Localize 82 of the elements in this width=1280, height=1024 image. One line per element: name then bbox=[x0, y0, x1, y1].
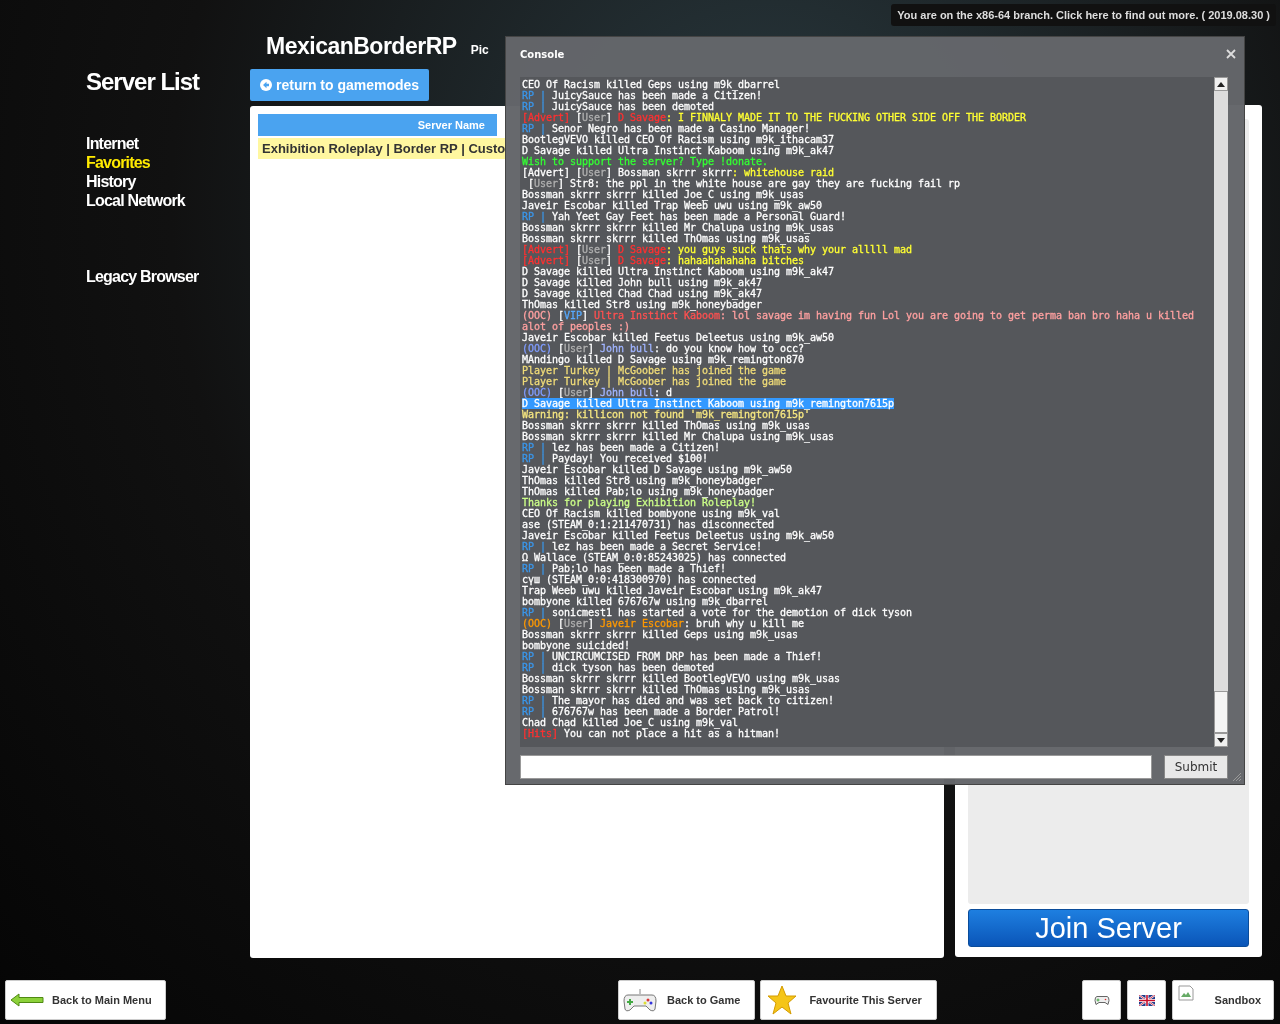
controller-button[interactable] bbox=[1082, 980, 1121, 1020]
console-line: Player Turkey | McGoober has joined the game bbox=[522, 365, 787, 376]
server-row[interactable]: Exhibition Roleplay | Border RP | Custo bbox=[258, 138, 506, 159]
console-line: RP | JuicySauce has been made a Citizen! bbox=[522, 90, 763, 101]
back-to-main-menu-button[interactable]: Back to Main Menu bbox=[5, 980, 166, 1020]
console-line: [Advert] [User] D Savage: I FINNALY MADE IT TO THE FUCKING OTHER SIDE OFF THE BORDER bbox=[522, 112, 1028, 123]
console-title: Console bbox=[520, 48, 565, 60]
broken-image-icon bbox=[1178, 985, 1194, 1001]
console-line: Bossman skrrr skrrr killed Joe_C using m9k_usas bbox=[522, 189, 805, 200]
legacy-browser-link[interactable]: Legacy Browser bbox=[86, 267, 199, 286]
console-line: RP | sonicmest1 has started a vote for the demotion of dick tyson bbox=[522, 607, 914, 618]
console-line: Wish to support the server? Type !donate. bbox=[522, 156, 769, 167]
console-line: CEO Of Racism killed Geps using m9k_dbarrel bbox=[522, 79, 782, 90]
sidebar-item[interactable]: Favorites bbox=[86, 153, 150, 172]
console-line: ThOmas killed Str8 using m9k_honeybadger bbox=[522, 299, 764, 310]
flag-icon bbox=[1138, 994, 1155, 1006]
console-line: RP | lez has been made a Secret Service! bbox=[522, 541, 763, 552]
subtitle-text: Pic bbox=[470, 43, 489, 57]
console-line: CEO Of Racism killed bombyone using m9k_val bbox=[522, 508, 782, 519]
console-line: сүш (STEAM_0:0:418300970) has connected bbox=[522, 574, 757, 585]
language-button[interactable] bbox=[1127, 980, 1166, 1020]
close-icon[interactable] bbox=[1226, 49, 1236, 59]
scroll-up-icon[interactable] bbox=[1217, 81, 1225, 87]
console-line: (OOC) [User] John bull: d bbox=[522, 387, 674, 398]
gamemode-button[interactable]: Sandbox bbox=[1172, 980, 1274, 1020]
console-line: Chad Chad killed Joe_C using m9k_val bbox=[522, 717, 739, 728]
console-line: [Advert] [User] D Savage: you guys suck thats why your alllll mad bbox=[522, 244, 914, 255]
console-line: RP | UNCIRCUMCISED FROM DRP has been made a Thief! bbox=[522, 651, 824, 662]
console-line: RP | JuicySauce has been demoted bbox=[522, 101, 715, 112]
console-line: (OOC) [User] Javeir Escobar: bruh why u kill me bbox=[522, 618, 806, 629]
console-line: D Savage killed Ultra Instinct Kaboom using m9k_ak47 bbox=[522, 145, 836, 156]
console-line: [Advert] [User] Bossman skrrr skrrr: whitehouse raid bbox=[522, 167, 836, 178]
console-line: [Hits] You can not place a hit as a hitman! bbox=[522, 728, 782, 739]
console-line: RP | The mayor has died and was set back to citizen! bbox=[522, 695, 836, 706]
console-line: Javeir Escobar killed Trap Weeb uwu using m9k_aw50 bbox=[522, 200, 823, 211]
console-line: Bossman skrrr skrrr killed BootlegVEVO using m9k_usas bbox=[522, 673, 842, 684]
console-line: ThOmas killed Pab;lo using m9k_honeybadger bbox=[522, 486, 776, 497]
scroll-down-icon[interactable] bbox=[1217, 737, 1225, 743]
console-line: [User] Str8: the ppl in the white house are gay they are fucking fail rp bbox=[528, 178, 962, 189]
console-line: D Savage killed John bull using m9k_ak47 bbox=[522, 277, 763, 288]
console-line: RP | dick tyson has been demoted bbox=[522, 662, 716, 673]
server-list-title: Server List bbox=[86, 68, 201, 96]
console-line: Bossman skrrr skrrr killed ThOmas using m9k_usas bbox=[522, 684, 811, 695]
console-line: Javeir Escobar killed D Savage using m9k_aw50 bbox=[522, 464, 794, 475]
favourite-button[interactable]: Favourite This Server bbox=[760, 980, 937, 1020]
console-line: Javeir Escobar killed Feetus Deleetus using m9k_aw50 bbox=[522, 332, 836, 343]
console-line: RP | lez has been made a Citizen! bbox=[522, 442, 721, 453]
console-line: D Savage killed Ultra Instinct Kaboom using m9k_ak47 bbox=[522, 266, 836, 277]
console-line: Bossman skrrr skrrr killed ThOmas using m9k_usas bbox=[522, 233, 811, 244]
command-input[interactable] bbox=[520, 755, 1152, 779]
sidebar-item[interactable]: Internet bbox=[86, 134, 139, 153]
gamemode-title: MexicanBorderRP bbox=[266, 33, 457, 60]
console-line: RP | Payday! You received $100! bbox=[522, 453, 709, 464]
back-arrow-icon bbox=[260, 79, 272, 91]
back-to-game-button[interactable]: Back to Game bbox=[618, 980, 756, 1020]
gamepad-icon bbox=[1093, 994, 1110, 1006]
console-line: ThOmas killed Str8 using m9k_honeybadger bbox=[522, 475, 763, 486]
console-line: D Savage killed Chad Chad using m9k_ak47 bbox=[522, 288, 764, 299]
join-server-button[interactable]: Join Server bbox=[968, 909, 1249, 947]
console-line: Bossman skrrr skrrr killed ThOmas using m9k_usas bbox=[522, 420, 811, 431]
scrollbar[interactable] bbox=[1214, 77, 1228, 747]
console-line: Player Turkey | McGoober has joined the game bbox=[522, 376, 788, 387]
sidebar-item[interactable]: History bbox=[86, 172, 136, 191]
console-line: Thanks for playing Exhibition Roleplay! bbox=[522, 497, 757, 508]
left-arrow-icon bbox=[10, 993, 44, 1007]
scroll-thumb[interactable] bbox=[1214, 691, 1228, 733]
submit-button[interactable]: Submit bbox=[1164, 755, 1228, 779]
console-line: Bossman skrrr skrrr killed Mr Chalupa using m9k_usas bbox=[522, 222, 836, 233]
console-line: bombyone suicided! bbox=[522, 640, 631, 651]
console-line: Ω Wallace (STEAM_0:0:85243025) has connected bbox=[522, 552, 788, 563]
sidebar-item[interactable]: Local Network bbox=[86, 191, 185, 210]
branch-notice[interactable]: You are on the x86-64 branch. Click here to find out more. ( 2019.08.30 ) bbox=[891, 4, 1276, 26]
console-line: Bossman skrrr skrrr killed Mr Chalupa using m9k_usas bbox=[522, 431, 836, 442]
console-line: (OOC) [VIP] Ultra Instinct Kaboom: lol savage im having fun Lol you are going to get perma ban bro haha u killed alot of peoples :) bbox=[522, 310, 1196, 332]
console-line: bombyone killed 676767w using m9k_dbarrel bbox=[522, 596, 769, 607]
console-line: (OOC) [User] John bull: do you know how to occ? bbox=[522, 343, 805, 354]
console-line: Bossman skrrr skrrr killed Geps using m9k_usas bbox=[522, 629, 800, 640]
console-line: MAndingo killed D Savage using m9k_remington870 bbox=[522, 354, 806, 365]
resize-grip-icon[interactable] bbox=[1232, 772, 1242, 782]
console-line: BootlegVEVO killed CEO Of Racism using m9k_ithacam37 bbox=[522, 134, 836, 145]
console-line: RP | Senor Negro has been made a Casino Manager! bbox=[522, 123, 811, 134]
console-line: Warning: killicon not found 'm9k_remington7615p' bbox=[522, 409, 811, 420]
